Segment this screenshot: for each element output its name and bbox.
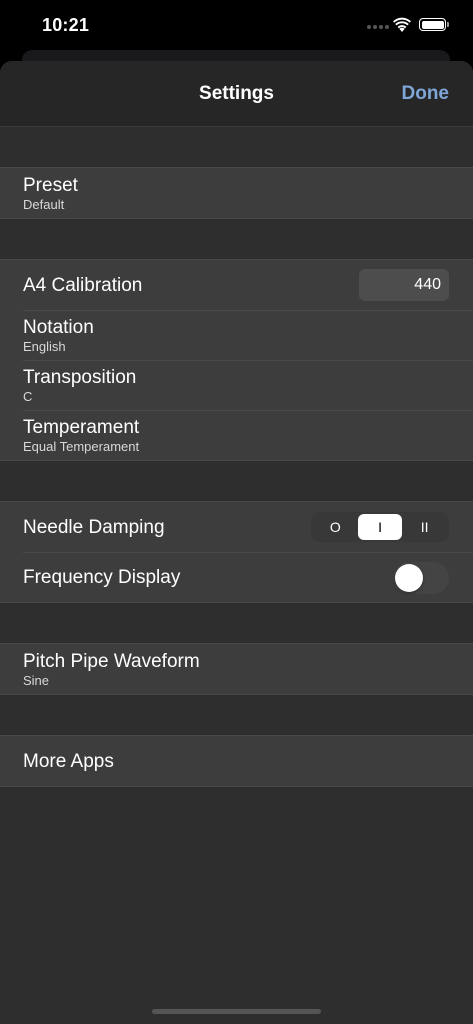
cellular-signal-icon xyxy=(367,25,389,29)
status-time: 10:21 xyxy=(42,15,90,35)
pitch-pipe-section: Pitch Pipe Waveform Sine xyxy=(0,643,473,695)
tuning-section: A4 Calibration 440 Notation English Tran… xyxy=(0,259,473,461)
needle-damping-row: Needle Damping O I II xyxy=(0,502,473,552)
needle-damping-option-1[interactable]: I xyxy=(357,514,403,540)
pitch-pipe-row[interactable]: Pitch Pipe Waveform Sine xyxy=(0,644,473,694)
temperament-value: Equal Temperament xyxy=(23,439,140,454)
temperament-label: Temperament xyxy=(23,417,140,438)
notation-label: Notation xyxy=(23,317,94,338)
needle-damping-option-0[interactable]: O xyxy=(313,514,358,540)
preset-label: Preset xyxy=(23,175,78,196)
frequency-display-label: Frequency Display xyxy=(23,567,181,588)
transposition-label: Transposition xyxy=(23,367,137,388)
needle-damping-label: Needle Damping xyxy=(23,517,165,538)
navigation-bar: Settings Done xyxy=(0,61,473,127)
more-apps-row[interactable]: More Apps xyxy=(0,736,473,786)
transposition-value: C xyxy=(23,389,33,404)
home-indicator[interactable] xyxy=(152,1009,321,1014)
pitch-pipe-label: Pitch Pipe Waveform xyxy=(23,651,200,672)
display-section: Needle Damping O I II Frequency Display xyxy=(0,501,473,603)
frequency-display-toggle[interactable] xyxy=(393,562,449,594)
settings-list: Preset Default A4 Calibration 440 Notati… xyxy=(0,127,473,787)
toggle-knob xyxy=(395,564,423,592)
pitch-pipe-value: Sine xyxy=(23,673,50,688)
a4-calibration-row: A4 Calibration 440 xyxy=(0,260,473,310)
needle-damping-segmented-control: O I II xyxy=(311,512,449,542)
more-apps-label: More Apps xyxy=(23,751,114,772)
preset-section: Preset Default xyxy=(0,167,473,219)
wifi-icon xyxy=(393,17,411,32)
a4-calibration-field[interactable]: 440 xyxy=(359,269,449,301)
needle-damping-option-2[interactable]: II xyxy=(402,514,447,540)
settings-sheet: Settings Done Preset Default A4 Calibrat… xyxy=(0,61,473,1024)
notation-row[interactable]: Notation English xyxy=(0,310,473,360)
a4-calibration-label: A4 Calibration xyxy=(23,275,143,296)
notation-value: English xyxy=(23,339,66,354)
done-button[interactable]: Done xyxy=(402,83,450,105)
status-bar: 10:21 xyxy=(0,0,473,50)
temperament-row[interactable]: Temperament Equal Temperament xyxy=(0,410,473,460)
transposition-row[interactable]: Transposition C xyxy=(0,360,473,410)
battery-icon xyxy=(419,18,446,31)
more-apps-section: More Apps xyxy=(0,735,473,787)
preset-row[interactable]: Preset Default xyxy=(0,168,473,218)
preset-value: Default xyxy=(23,197,65,212)
frequency-display-row: Frequency Display xyxy=(0,552,473,602)
